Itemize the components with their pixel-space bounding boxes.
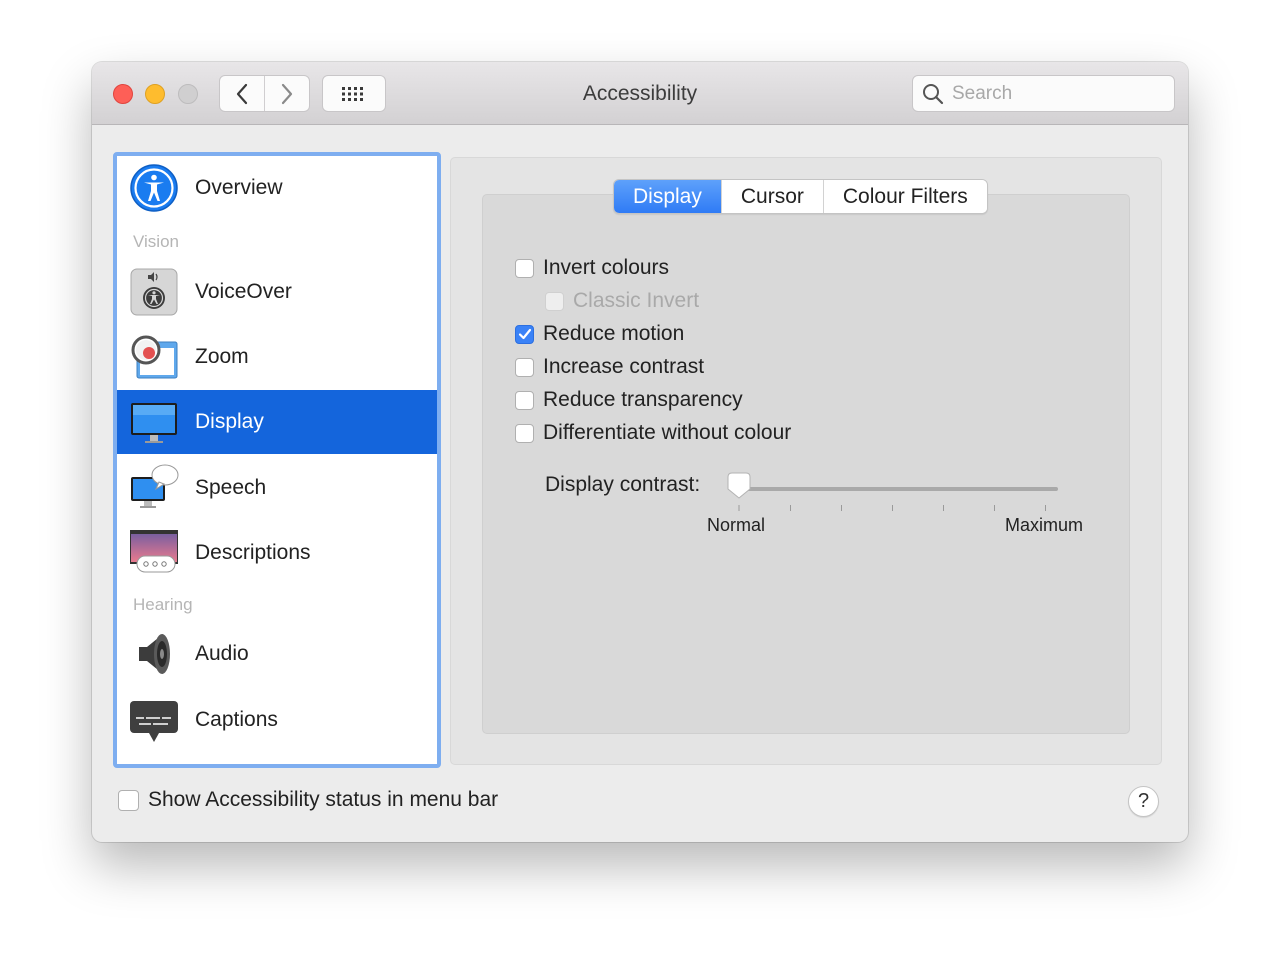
sidebar-item-label: Audio: [195, 642, 249, 665]
sidebar-item-captions[interactable]: Captions: [117, 688, 437, 752]
back-button[interactable]: [220, 76, 264, 111]
captions-icon: [130, 701, 178, 742]
option-classic-invert: Classic Invert: [545, 287, 699, 315]
close-window-button[interactable]: [113, 84, 133, 104]
sidebar-item-display[interactable]: Display: [117, 390, 437, 454]
option-reduce-transparency[interactable]: Reduce transparency: [515, 386, 743, 414]
chevron-left-icon: [236, 83, 248, 104]
sidebar-item-label: Zoom: [195, 345, 249, 368]
grid-icon: [342, 86, 363, 101]
forward-button[interactable]: [264, 76, 309, 111]
accessibility-icon: [130, 164, 178, 212]
slider-thumb: [727, 472, 751, 499]
sidebar-item-audio[interactable]: Audio: [117, 622, 437, 686]
sidebar-item-voiceover[interactable]: VoiceOver: [117, 260, 437, 324]
sidebar-item-label: Speech: [195, 476, 267, 499]
help-button[interactable]: ?: [1128, 786, 1159, 817]
sidebar-item-speech[interactable]: Speech: [117, 456, 437, 520]
option-label: Reduce transparency: [543, 388, 743, 411]
speaker-icon: [139, 634, 170, 674]
reduce-motion-checkbox[interactable]: [515, 324, 534, 344]
title-bar: Accessibility: [92, 62, 1188, 125]
tab-bar: Display Cursor Colour Filters: [613, 179, 988, 214]
show-all-button[interactable]: [322, 75, 386, 112]
display-contrast-label: Display contrast:: [545, 473, 701, 496]
zoom-icon: [131, 335, 178, 379]
option-show-status-in-menu-bar[interactable]: Show Accessibility status in menu bar: [118, 788, 498, 812]
checkmark-icon: [518, 328, 531, 340]
differentiate-without-colour-checkbox[interactable]: [515, 423, 534, 443]
option-label: Reduce motion: [543, 322, 685, 345]
preferences-window: Accessibility Overview Vision: [92, 62, 1188, 842]
sidebar-item-label: Display: [195, 410, 264, 433]
option-label: Invert colours: [543, 256, 670, 279]
sidebar-item-label: Captions: [195, 708, 278, 731]
option-label: Show Accessibility status in menu bar: [148, 788, 499, 811]
slider-max-label: Maximum: [1005, 515, 1084, 535]
option-reduce-motion[interactable]: Reduce motion: [515, 320, 684, 348]
option-differentiate-without-colour[interactable]: Differentiate without colour: [515, 419, 791, 447]
search-input[interactable]: [950, 81, 1154, 106]
navigation-buttons: [219, 75, 310, 112]
sidebar-item-label: Overview: [195, 176, 283, 199]
option-label: Increase contrast: [543, 355, 705, 378]
descriptions-icon: [130, 530, 178, 573]
option-label: Differentiate without colour: [543, 421, 792, 444]
slider-ticks: [738, 505, 1046, 511]
slider-min-label: Normal: [707, 515, 766, 535]
reduce-transparency-checkbox[interactable]: [515, 390, 534, 410]
option-increase-contrast[interactable]: Increase contrast: [515, 353, 704, 381]
voiceover-icon: [130, 268, 178, 316]
option-label: Classic Invert: [573, 289, 700, 312]
sidebar-item-zoom[interactable]: Zoom: [117, 325, 437, 389]
sidebar-item-label: Descriptions: [195, 541, 311, 564]
increase-contrast-checkbox[interactable]: [515, 357, 534, 377]
chevron-right-icon: [281, 83, 293, 104]
show-status-checkbox[interactable]: [118, 789, 139, 811]
zoom-window-button: [178, 84, 198, 104]
minimize-window-button[interactable]: [145, 84, 165, 104]
sidebar-item-descriptions[interactable]: Descriptions: [117, 521, 437, 585]
option-invert-colours[interactable]: Invert colours: [515, 254, 669, 282]
search-icon: [923, 83, 944, 104]
invert-colours-checkbox[interactable]: [515, 258, 534, 278]
tab-colour-filters[interactable]: Colour Filters: [822, 180, 987, 213]
slider-track: [736, 487, 1058, 491]
tab-display[interactable]: Display: [614, 180, 721, 213]
tab-cursor[interactable]: Cursor: [720, 180, 823, 213]
sidebar-header-hearing: Hearing: [133, 595, 193, 614]
search-field[interactable]: [912, 75, 1175, 112]
display-icon: [131, 403, 177, 443]
sidebar-item-overview[interactable]: Overview: [117, 156, 437, 220]
sidebar: Overview Vision VoiceOver Zoom Display S…: [113, 152, 441, 768]
speech-icon: [131, 464, 179, 508]
classic-invert-checkbox: [545, 291, 564, 311]
sidebar-item-label: VoiceOver: [195, 280, 292, 303]
sidebar-header-vision: Vision: [133, 232, 179, 251]
